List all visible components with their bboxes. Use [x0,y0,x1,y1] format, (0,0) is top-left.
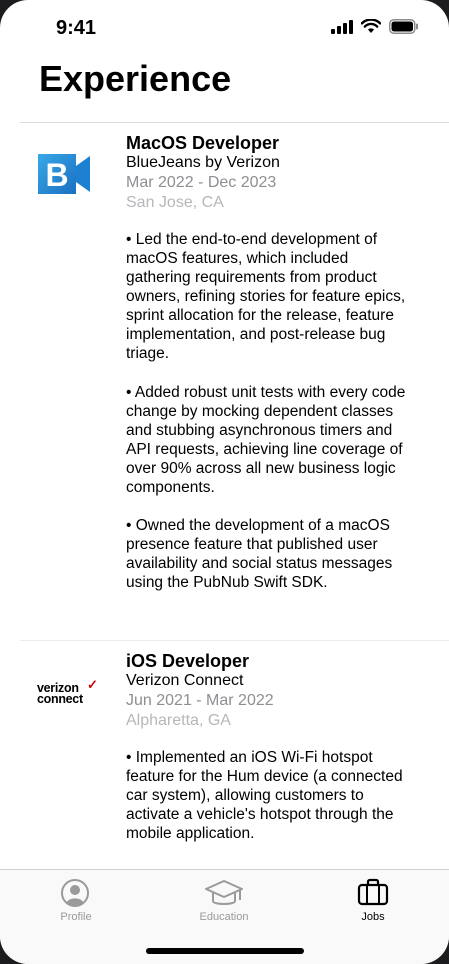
tab-label: Profile [60,911,92,923]
verizon-logo-line2: connect [37,692,83,706]
tab-jobs[interactable]: Jobs [313,870,433,930]
job-company: BlueJeans by Verizon [126,154,280,171]
job-location: San Jose, CA [126,194,224,211]
job-title: MacOS Developer [126,133,280,153]
job-bullet: • Added robust unit tests with every cod… [126,384,406,496]
page-title: Experience [39,58,232,99]
status-bar: 9:41 [0,0,449,58]
home-indicator[interactable] [146,948,304,954]
status-time: 9:41 [56,17,97,39]
cellular-signal-icon [331,19,353,34]
job-title: iOS Developer [126,651,250,671]
bluejeans-logo-letter: B [45,157,68,193]
app-screen: 9:41 Experience B MacOS Developer BlueJe… [0,0,449,964]
status-icons [331,19,419,34]
battery-icon [389,19,418,34]
job-bullet: • Implemented an iOS Wi-Fi hotspot featu… [126,749,403,842]
tab-label: Jobs [361,911,385,923]
job-dates: Jun 2021 - Mar 2022 [126,692,274,709]
bluejeans-logo-icon: B [38,154,90,194]
job-company: Verizon Connect [126,672,244,689]
graduation-cap-icon [205,880,243,905]
wifi-icon [361,19,381,33]
tab-profile[interactable]: Profile [16,870,136,930]
job-dates: Mar 2022 - Dec 2023 [126,174,277,191]
tab-label: Education [199,911,249,923]
job-location: Alpharetta, GA [126,712,231,729]
briefcase-icon [357,878,389,906]
verizon-connect-logo-icon: verizon ✓ connect [37,678,98,706]
job-entry-macos-developer[interactable]: B MacOS Developer BlueJeans by Verizon M… [0,122,449,640]
job-entry-ios-developer[interactable]: verizon ✓ connect iOS Developer Verizon … [0,641,449,869]
verizon-check-icon: ✓ [87,677,98,692]
person-circle-icon [61,879,89,907]
job-bullet: • Owned the development of a macOS prese… [126,517,393,591]
job-bullet: • Led the end-to-end development of macO… [126,231,406,362]
tab-education[interactable]: Education [164,870,284,930]
